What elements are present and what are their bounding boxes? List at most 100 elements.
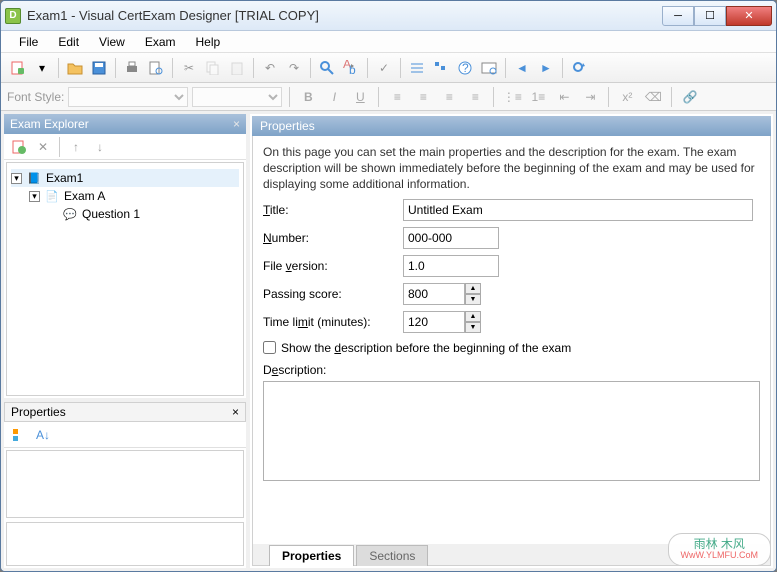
find-icon[interactable] xyxy=(316,57,338,79)
exam-icon: 📘 xyxy=(26,170,42,186)
properties-close-icon[interactable]: × xyxy=(232,405,239,419)
number-label: Number: xyxy=(263,231,403,245)
clear-format-icon[interactable]: ⌫ xyxy=(642,86,664,108)
explorer-toolbar: ✕ ↑ ↓ xyxy=(4,134,246,160)
new-dropdown-icon[interactable]: ▾ xyxy=(31,57,53,79)
properties-toolbar: A↓ xyxy=(4,422,246,448)
svg-text:?: ? xyxy=(462,61,469,75)
save-icon[interactable] xyxy=(88,57,110,79)
menu-file[interactable]: File xyxy=(11,33,46,51)
collapse-icon[interactable]: ▾ xyxy=(11,173,22,184)
move-down-icon[interactable]: ↓ xyxy=(89,136,111,158)
indent-icon[interactable]: ⇥ xyxy=(579,86,601,108)
properties-panel-title: Properties xyxy=(11,405,66,419)
align-center-icon[interactable]: ≡ xyxy=(412,86,434,108)
timelimit-down-button[interactable]: ▼ xyxy=(465,322,481,333)
window-title: Exam1 - Visual CertExam Designer [TRIAL … xyxy=(27,8,662,23)
cut-icon[interactable]: ✂ xyxy=(178,57,200,79)
tree-question-1[interactable]: 💬 Question 1 xyxy=(11,205,239,223)
refresh-icon[interactable] xyxy=(568,57,590,79)
exam-tree[interactable]: ▾ 📘 Exam1 ▾ 📄 Exam A 💬 Question 1 xyxy=(6,162,244,396)
subscript-icon[interactable]: x² xyxy=(616,86,638,108)
menu-exam[interactable]: Exam xyxy=(137,33,184,51)
passing-score-input[interactable] xyxy=(403,283,465,305)
watermark-text2: WwW.YLMFU.CoM xyxy=(681,551,759,561)
explorer-close-icon[interactable]: × xyxy=(233,117,240,131)
section-icon: 📄 xyxy=(44,188,60,204)
properties-form: On this page you can set the main proper… xyxy=(252,136,771,544)
bold-icon[interactable]: B xyxy=(297,86,319,108)
collapse-icon[interactable]: ▾ xyxy=(29,191,40,202)
timelimit-up-button[interactable]: ▲ xyxy=(465,311,481,322)
replace-icon[interactable]: Ab xyxy=(340,57,362,79)
align-right-icon[interactable]: ≡ xyxy=(438,86,460,108)
question-icon: 💬 xyxy=(62,206,78,222)
description-label: Description: xyxy=(263,363,760,377)
alphabetical-icon[interactable]: A↓ xyxy=(32,424,54,446)
open-icon[interactable] xyxy=(64,57,86,79)
properties-grid[interactable] xyxy=(6,450,244,518)
file-version-input[interactable] xyxy=(403,255,499,277)
time-limit-label: Time limit (minutes): xyxy=(263,315,403,329)
tree-question-1-label: Question 1 xyxy=(82,207,140,221)
delete-node-icon[interactable]: ✕ xyxy=(32,136,54,158)
show-description-checkbox[interactable] xyxy=(263,341,276,354)
description-textarea[interactable] xyxy=(263,381,760,481)
spellcheck-icon[interactable]: ✓ xyxy=(373,57,395,79)
font-style-label: Font Style: xyxy=(7,90,64,104)
tree-exam-a-label: Exam A xyxy=(64,189,105,203)
tab-properties[interactable]: Properties xyxy=(269,545,354,566)
tab-sections[interactable]: Sections xyxy=(356,545,428,566)
menu-view[interactable]: View xyxy=(91,33,133,51)
menubar: File Edit View Exam Help xyxy=(1,31,776,53)
print-icon[interactable] xyxy=(121,57,143,79)
underline-icon[interactable]: U xyxy=(349,86,371,108)
font-family-select[interactable] xyxy=(68,87,188,107)
help-icon[interactable]: ? xyxy=(454,57,476,79)
align-left-icon[interactable]: ≡ xyxy=(386,86,408,108)
move-up-icon[interactable]: ↑ xyxy=(65,136,87,158)
paste-icon[interactable] xyxy=(226,57,248,79)
redo-icon[interactable]: ↷ xyxy=(283,57,305,79)
align-justify-icon[interactable]: ≡ xyxy=(464,86,486,108)
minimize-button[interactable]: ─ xyxy=(662,6,694,26)
font-size-select[interactable] xyxy=(192,87,282,107)
properties-panel-header: Properties × xyxy=(4,402,246,422)
link-icon[interactable]: 🔗 xyxy=(679,86,701,108)
categorized-icon[interactable] xyxy=(8,424,30,446)
show-description-label: Show the description before the beginnin… xyxy=(281,341,571,355)
tree-icon[interactable] xyxy=(430,57,452,79)
close-button[interactable]: ✕ xyxy=(726,6,772,26)
nav-fwd-icon[interactable]: ► xyxy=(535,57,557,79)
nav-back-icon[interactable]: ◄ xyxy=(511,57,533,79)
tree-root[interactable]: ▾ 📘 Exam1 xyxy=(11,169,239,187)
add-node-icon[interactable] xyxy=(8,136,30,158)
outdent-icon[interactable]: ⇤ xyxy=(553,86,575,108)
intro-text: On this page you can set the main proper… xyxy=(263,144,760,193)
print-preview-icon[interactable] xyxy=(145,57,167,79)
undo-icon[interactable]: ↶ xyxy=(259,57,281,79)
maximize-button[interactable]: ☐ xyxy=(694,6,726,26)
numbering-icon[interactable]: 1≡ xyxy=(527,86,549,108)
passing-up-button[interactable]: ▲ xyxy=(465,283,481,294)
time-limit-input[interactable] xyxy=(403,311,465,333)
passing-down-button[interactable]: ▼ xyxy=(465,294,481,305)
menu-help[interactable]: Help xyxy=(188,33,229,51)
right-panel-title: Properties xyxy=(260,119,315,133)
list-icon[interactable] xyxy=(406,57,428,79)
italic-icon[interactable]: I xyxy=(323,86,345,108)
tree-root-label: Exam1 xyxy=(46,171,83,185)
title-input[interactable] xyxy=(403,199,753,221)
preview-icon[interactable] xyxy=(478,57,500,79)
menu-edit[interactable]: Edit xyxy=(50,33,87,51)
number-input[interactable] xyxy=(403,227,499,249)
titlebar: D Exam1 - Visual CertExam Designer [TRIA… xyxy=(1,1,776,31)
copy-icon[interactable] xyxy=(202,57,224,79)
format-toolbar: Font Style: B I U ≡ ≡ ≡ ≡ ⋮≡ 1≡ ⇤ ⇥ x² ⌫… xyxy=(1,83,776,111)
tree-exam-a[interactable]: ▾ 📄 Exam A xyxy=(11,187,239,205)
watermark: 雨林 木风 WwW.YLMFU.CoM xyxy=(668,533,772,566)
title-label: Title: xyxy=(263,203,403,217)
new-exam-icon[interactable] xyxy=(7,57,29,79)
right-panel-header: Properties xyxy=(252,116,771,136)
bullets-icon[interactable]: ⋮≡ xyxy=(501,86,523,108)
